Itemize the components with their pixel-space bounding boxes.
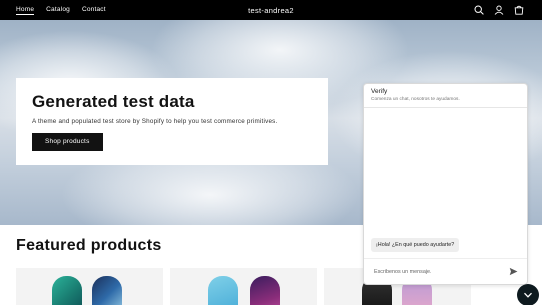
shop-products-button[interactable]: Shop products (32, 133, 103, 151)
featured-products-heading: Featured products (16, 237, 162, 254)
chat-title: Verify (371, 88, 388, 95)
chat-header: Verify Comenza un chat, nosotros te ayud… (364, 84, 527, 108)
chat-widget: Verify Comenza un chat, nosotros te ayud… (363, 83, 528, 285)
brand-logo[interactable]: test-andrea2 (248, 6, 294, 15)
site-header: Home Catalog Contact test-andrea2 (0, 0, 542, 20)
hero-subtitle: A theme and populated test store by Shop… (32, 118, 278, 125)
header-icons (474, 0, 524, 20)
chat-toggle-button[interactable] (517, 284, 539, 305)
account-icon[interactable] (494, 5, 504, 15)
product-image (250, 276, 280, 305)
search-icon[interactable] (474, 5, 484, 15)
product-card[interactable] (170, 268, 317, 305)
product-card[interactable] (16, 268, 163, 305)
chat-composer (364, 258, 527, 284)
hero-title: Generated test data (32, 92, 195, 111)
product-image (208, 276, 238, 305)
chevron-down-icon (524, 292, 532, 298)
nav-catalog-link[interactable]: Catalog (46, 6, 70, 14)
chat-subtitle: Comenza un chat, nosotros te ayudamos. (371, 97, 460, 102)
main-nav: Home Catalog Contact (16, 0, 106, 20)
cart-icon[interactable] (514, 5, 524, 15)
nav-home-link[interactable]: Home (16, 6, 35, 15)
nav-contact-link[interactable]: Contact (82, 6, 106, 14)
chat-message-input[interactable] (374, 267, 504, 277)
chat-messages: ¡Hola! ¿En qué puedo ayudarte? (364, 108, 527, 260)
product-image (92, 276, 122, 305)
send-icon[interactable] (509, 267, 518, 276)
hero-content-card: Generated test data A theme and populate… (16, 78, 328, 165)
chat-greeting-message: ¡Hola! ¿En qué puedo ayudarte? (371, 238, 460, 252)
product-image (52, 276, 82, 305)
